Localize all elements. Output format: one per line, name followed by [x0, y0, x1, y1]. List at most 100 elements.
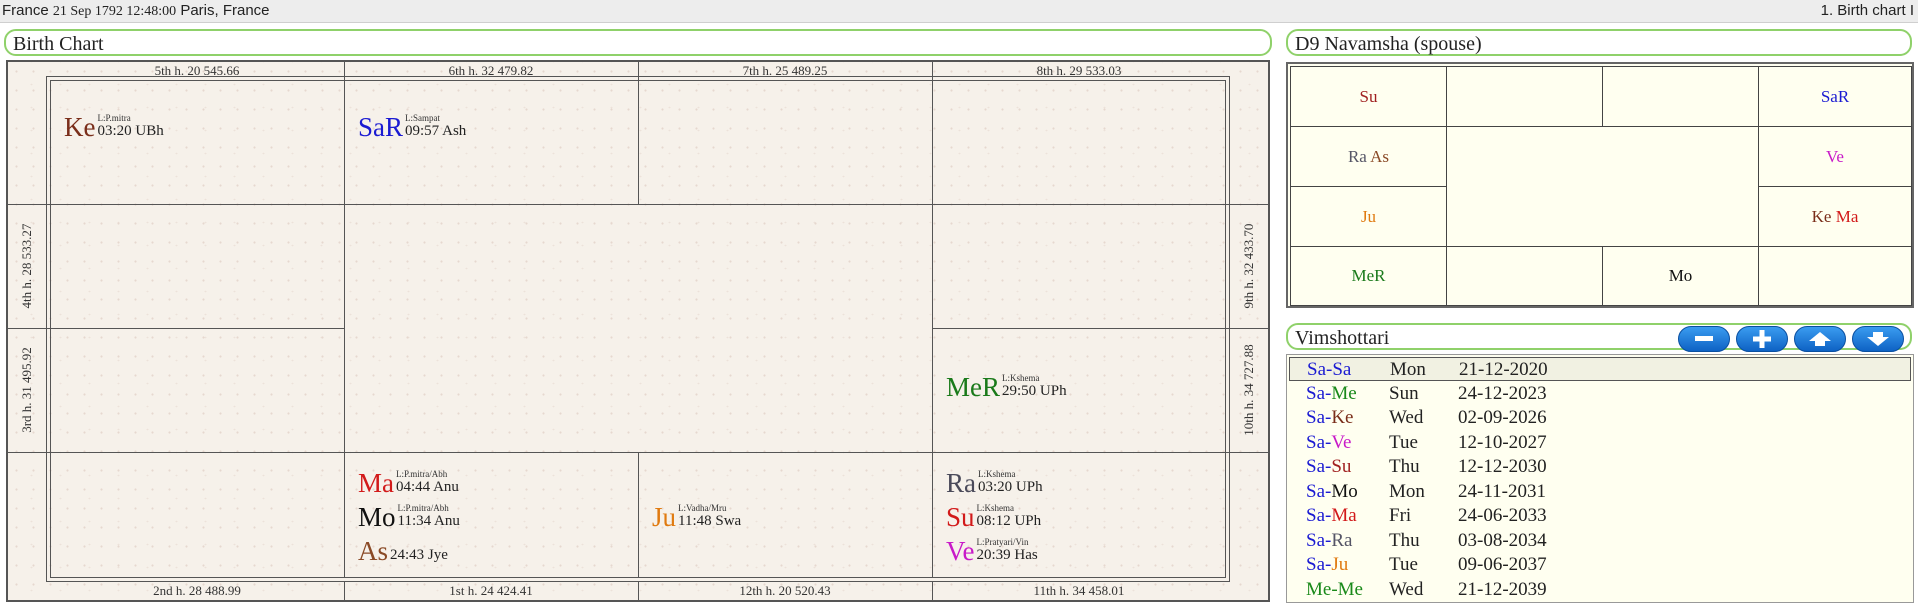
navamsha-cell-aquarius[interactable]: Ra As — [1290, 126, 1447, 187]
planet-abbr: As — [358, 536, 389, 566]
planet-mer[interactable]: MeR L:Kshema 29:50 UPh — [946, 373, 1067, 402]
navamsha-planet-ve: Ve — [1826, 147, 1844, 166]
house-3-cell[interactable] — [50, 328, 345, 453]
planet-abbr: MeR — [946, 372, 1000, 402]
label-divider — [1226, 452, 1268, 453]
navamsha-cell-leo[interactable]: Ke Ma — [1758, 186, 1912, 247]
bhukti-lord: Ma — [1331, 505, 1357, 526]
planet-lord: L:P.mitra/Abh — [396, 469, 448, 479]
dasha-row[interactable]: Sa-Ke Wed 02-09-2026 — [1289, 406, 1911, 430]
collapse-button[interactable] — [1678, 326, 1730, 352]
navamsha-cell-libra[interactable]: Mo — [1602, 246, 1759, 306]
birth-details: France 21 Sep 1792 12:48:00 Paris, Franc… — [2, 2, 270, 20]
planet-lord: L:Kshema — [978, 469, 1016, 479]
label-divider — [1226, 204, 1268, 205]
navamsha-planet-ma: Ma — [1835, 207, 1859, 226]
navamsha-planet-ju: Ju — [1360, 207, 1377, 226]
navamsha-cell-scorpio[interactable] — [1446, 246, 1603, 306]
arrow-down-icon — [1867, 332, 1889, 346]
navamsha-cell-virgo[interactable] — [1758, 246, 1912, 306]
chart-center — [344, 204, 933, 453]
house-label-1: 1st h. 24 424.41 — [449, 583, 533, 598]
planet-abbr: Ra — [946, 468, 976, 498]
dasha-period: Sa-Ke — [1306, 406, 1353, 430]
house-6-cell[interactable] — [344, 80, 639, 205]
house-label-4: 4th h. 28 533.27 — [19, 223, 34, 309]
dasha-row[interactable]: Sa-Ra Thu 03-08-2034 — [1289, 529, 1911, 553]
planet-ve[interactable]: Ve L:Pratyari/Vin 20:39 Has — [946, 537, 1038, 566]
house-label-3-wrap: 3rd h. 31 495.92 — [12, 328, 42, 452]
house-9-cell[interactable] — [932, 204, 1226, 329]
dasha-lord: Sa — [1307, 359, 1326, 380]
planet-ke[interactable]: Ke L:P.mitra 03:20 UBh — [64, 113, 164, 142]
planet-lord: L:Kshema — [976, 503, 1015, 513]
planet-lord — [390, 537, 448, 547]
dasha-row[interactable]: Sa-Ju Tue 09-06-2037 — [1289, 553, 1911, 577]
planet-sar[interactable]: SaR L:Sampat 09:57 Ash — [358, 113, 466, 142]
planet-position: 11:34 Anu — [397, 513, 460, 529]
dasha-day: Thu — [1389, 456, 1420, 477]
navamsha-cell-gemini[interactable]: SaR — [1758, 66, 1912, 127]
expand-button[interactable] — [1736, 326, 1788, 352]
scroll-down-button[interactable] — [1852, 326, 1904, 352]
dasha-row[interactable]: Sa-Me Sun 24-12-2023 — [1289, 382, 1911, 406]
dasha-row[interactable]: Sa-Su Thu 12-12-2030 — [1289, 455, 1911, 479]
dasha-date: 24-12-2023 — [1458, 382, 1547, 404]
bhukti-lord: Ve — [1331, 431, 1352, 453]
navamsha-chart: Su SaR Ra As Ve Ju Ke Ma MeR Mo — [1286, 62, 1914, 308]
bhukti-lord: Ju — [1331, 554, 1349, 575]
planet-abbr: Ke — [64, 112, 96, 142]
house-7-cell[interactable] — [638, 80, 933, 205]
navamsha-planet-mer: MeR — [1351, 266, 1386, 285]
label-divider — [344, 582, 345, 600]
label-divider — [638, 582, 639, 600]
planet-position: 04:44 Anu — [396, 479, 459, 495]
house-label-2: 2nd h. 28 488.99 — [153, 583, 241, 598]
dasha-period: Sa-Ma — [1306, 504, 1357, 528]
dasha-period: Sa-Sa — [1307, 358, 1351, 382]
dasha-day: Mon — [1390, 359, 1426, 380]
dasha-row[interactable]: Sa-Mo Mon 24-11-2031 — [1289, 480, 1911, 504]
house-label-9: 9th h. 32 433.70 — [1241, 223, 1256, 309]
bhukti-lord: Su — [1331, 456, 1352, 477]
dasha-row[interactable]: Sa-Sa Mon 21-12-2020 — [1289, 357, 1911, 381]
birth-chart: 5th h. 20 545.66 6th h. 32 479.82 7th h.… — [6, 60, 1270, 602]
navamsha-cell-taurus[interactable] — [1602, 66, 1759, 127]
planet-ma[interactable]: Ma L:P.mitra/Abh 04:44 Anu — [358, 469, 459, 498]
dasha-row[interactable]: Me-Me Wed 21-12-2039 — [1289, 578, 1911, 602]
dasha-period: Sa-Su — [1306, 455, 1351, 479]
dasha-lord: Sa — [1306, 407, 1325, 428]
dasha-day: Fri — [1389, 505, 1412, 526]
house-8-cell[interactable] — [932, 80, 1226, 205]
dasha-date: 03-08-2034 — [1458, 529, 1547, 551]
house-5-cell[interactable] — [50, 80, 345, 205]
dasha-day: Wed — [1389, 578, 1424, 600]
planet-abbr: Ju — [652, 502, 677, 532]
planet-position: 29:50 UPh — [1002, 383, 1067, 399]
navamsha-cell-aries[interactable] — [1446, 66, 1603, 127]
dasha-period: Sa-Mo — [1306, 480, 1358, 504]
house-2-cell[interactable] — [50, 452, 345, 578]
dasha-date: 21-12-2020 — [1459, 359, 1548, 380]
navamsha-cell-cancer[interactable]: Ve — [1758, 126, 1912, 187]
planet-abbr: Ve — [946, 536, 975, 566]
dasha-row[interactable]: Sa-Ve Tue 12-10-2027 — [1289, 431, 1911, 455]
navamsha-cell-capricorn[interactable]: Ju — [1290, 186, 1447, 247]
label-divider — [8, 452, 50, 453]
dasha-list: Sa-Sa Mon 21-12-2020 Sa-Me Sun 24-12-2023 Sa-K… — [1286, 354, 1914, 603]
planet-abbr: Ma — [358, 468, 394, 498]
planet-su[interactable]: Su L:Kshema 08:12 UPh — [946, 503, 1041, 532]
house-4-cell[interactable] — [50, 204, 345, 329]
planet-as[interactable]: As 24:43 Jye — [358, 537, 448, 566]
planet-lord: L:Sampat — [405, 113, 441, 123]
navamsha-cell-pisces[interactable]: Su — [1290, 66, 1447, 127]
dasha-row[interactable]: Sa-Ma Fri 24-06-2033 — [1289, 504, 1911, 528]
arrow-up-icon — [1809, 332, 1831, 346]
planet-mo[interactable]: Mo L:P.mitra/Abh 11:34 Anu — [358, 503, 460, 532]
scroll-up-button[interactable] — [1794, 326, 1846, 352]
planet-ra[interactable]: Ra L:Kshema 03:20 UPh — [946, 469, 1043, 498]
planet-ju[interactable]: Ju L:Vadha/Mru 11:48 Swa — [652, 503, 741, 532]
navamsha-cell-sagittarius[interactable]: MeR — [1290, 246, 1447, 306]
planet-lord: L:Vadha/Mru — [678, 503, 727, 513]
dasha-lord: Sa — [1306, 480, 1325, 502]
